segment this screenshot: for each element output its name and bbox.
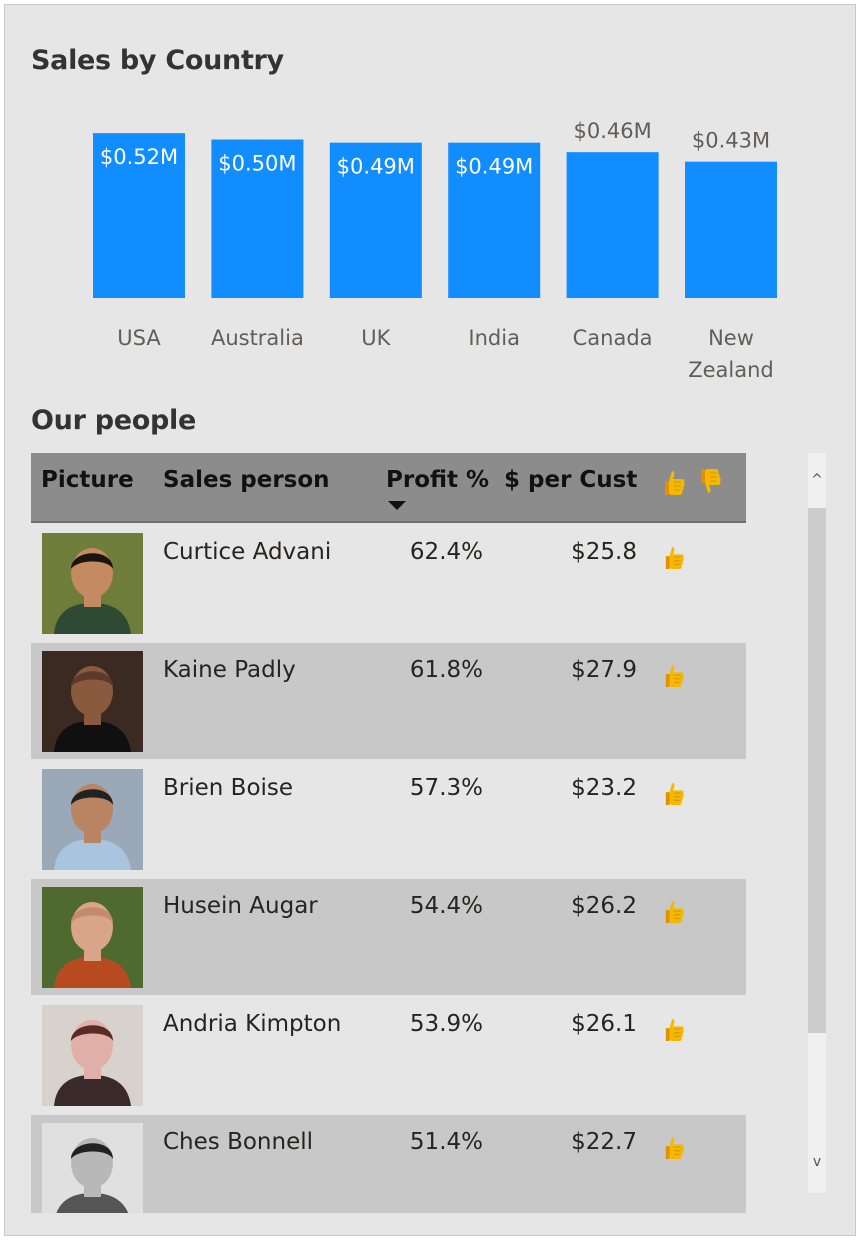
x-tick-label: Zealand: [688, 358, 774, 382]
table-row[interactable]: Curtice Advani 62.4% $25.8: [31, 525, 746, 641]
profit-percent: 54.4%: [409, 893, 483, 919]
avatar: [42, 887, 143, 988]
data-label: $0.46M: [573, 119, 651, 143]
table-scrollbar[interactable]: ^ v: [808, 453, 826, 1193]
table-header: Picture Sales person Profit % $ per Cust: [31, 453, 746, 523]
data-label: $0.50M: [218, 152, 296, 176]
x-tick-label: Australia: [211, 326, 304, 350]
column-header-profit[interactable]: Profit %: [386, 467, 489, 493]
thumbs-up-icon: [665, 1019, 684, 1041]
x-tick-label: USA: [117, 326, 161, 350]
avatar: [42, 651, 143, 752]
sales-by-country-chart[interactable]: $0.52M USA $0.50M Australia $0.49M UK $0.49M In…: [5, 5, 856, 395]
sales-person-name: Brien Boise: [163, 775, 294, 801]
data-label: $0.49M: [455, 155, 533, 179]
thumbs-up-icon: [665, 665, 684, 687]
column-header-sales-person[interactable]: Sales person: [163, 467, 330, 493]
table-row[interactable]: Kaine Padly 61.8% $27.9: [31, 643, 746, 759]
table-row[interactable]: Husein Augar 54.4% $26.2: [31, 879, 746, 995]
x-tick-label: UK: [361, 326, 391, 350]
bar-new-zealand[interactable]: [685, 161, 777, 298]
scrollbar-thumb[interactable]: [808, 508, 826, 1033]
column-header-picture[interactable]: Picture: [41, 467, 134, 493]
thumbs-up-icon: [665, 783, 684, 805]
sales-person-name: Andria Kimpton: [163, 1011, 342, 1037]
scroll-down-icon[interactable]: v: [808, 1147, 826, 1177]
sales-person-name: Kaine Padly: [163, 657, 296, 683]
per-cust-value: $26.2: [571, 893, 637, 919]
table-row[interactable]: Ches Bonnell 51.4% $22.7: [31, 1115, 746, 1213]
sales-person-name: Husein Augar: [163, 893, 318, 919]
avatar: [42, 1123, 143, 1213]
per-cust-value: $22.7: [571, 1129, 637, 1155]
per-cust-value: $27.9: [571, 657, 637, 683]
profit-percent: 62.4%: [409, 539, 483, 565]
per-cust-value: $23.2: [571, 775, 637, 801]
thumbs-up-icon: [665, 471, 685, 495]
x-tick-label: India: [468, 326, 520, 350]
report-card: Sales by Country $0.52M USA $0.50M Australi…: [4, 4, 856, 1236]
profit-percent: 53.9%: [409, 1011, 483, 1037]
thumbs-down-icon: [701, 469, 721, 493]
x-tick-label: New: [708, 326, 754, 350]
column-header-per-cust[interactable]: $ per Cust: [504, 467, 637, 493]
profit-percent: 57.3%: [409, 775, 483, 801]
data-label: $0.52M: [100, 145, 178, 169]
data-label: $0.43M: [692, 129, 770, 153]
scroll-up-icon[interactable]: ^: [808, 465, 826, 495]
table-row[interactable]: Andria Kimpton 53.9% $26.1: [31, 997, 746, 1113]
data-label: $0.49M: [337, 155, 415, 179]
people-table: Picture Sales person Profit % $ per Cust…: [31, 453, 746, 1213]
profit-percent: 51.4%: [409, 1129, 483, 1155]
per-cust-value: $25.8: [571, 539, 637, 565]
thumbs-up-icon: [665, 1137, 684, 1159]
sales-person-name: Curtice Advani: [163, 539, 332, 565]
per-cust-value: $26.1: [571, 1011, 637, 1037]
table-title: Our people: [31, 405, 196, 436]
sort-descending-icon: [388, 501, 406, 510]
x-tick-label: Canada: [573, 326, 653, 350]
table-row[interactable]: Brien Boise 57.3% $23.2: [31, 761, 746, 877]
thumbs-up-icon: [665, 901, 684, 923]
sales-person-name: Ches Bonnell: [163, 1129, 314, 1155]
avatar: [42, 533, 143, 634]
thumbs-up-icon: [665, 547, 684, 569]
avatar: [42, 769, 143, 870]
profit-percent: 61.8%: [409, 657, 483, 683]
avatar: [42, 1005, 143, 1106]
bar-canada[interactable]: [566, 152, 659, 298]
